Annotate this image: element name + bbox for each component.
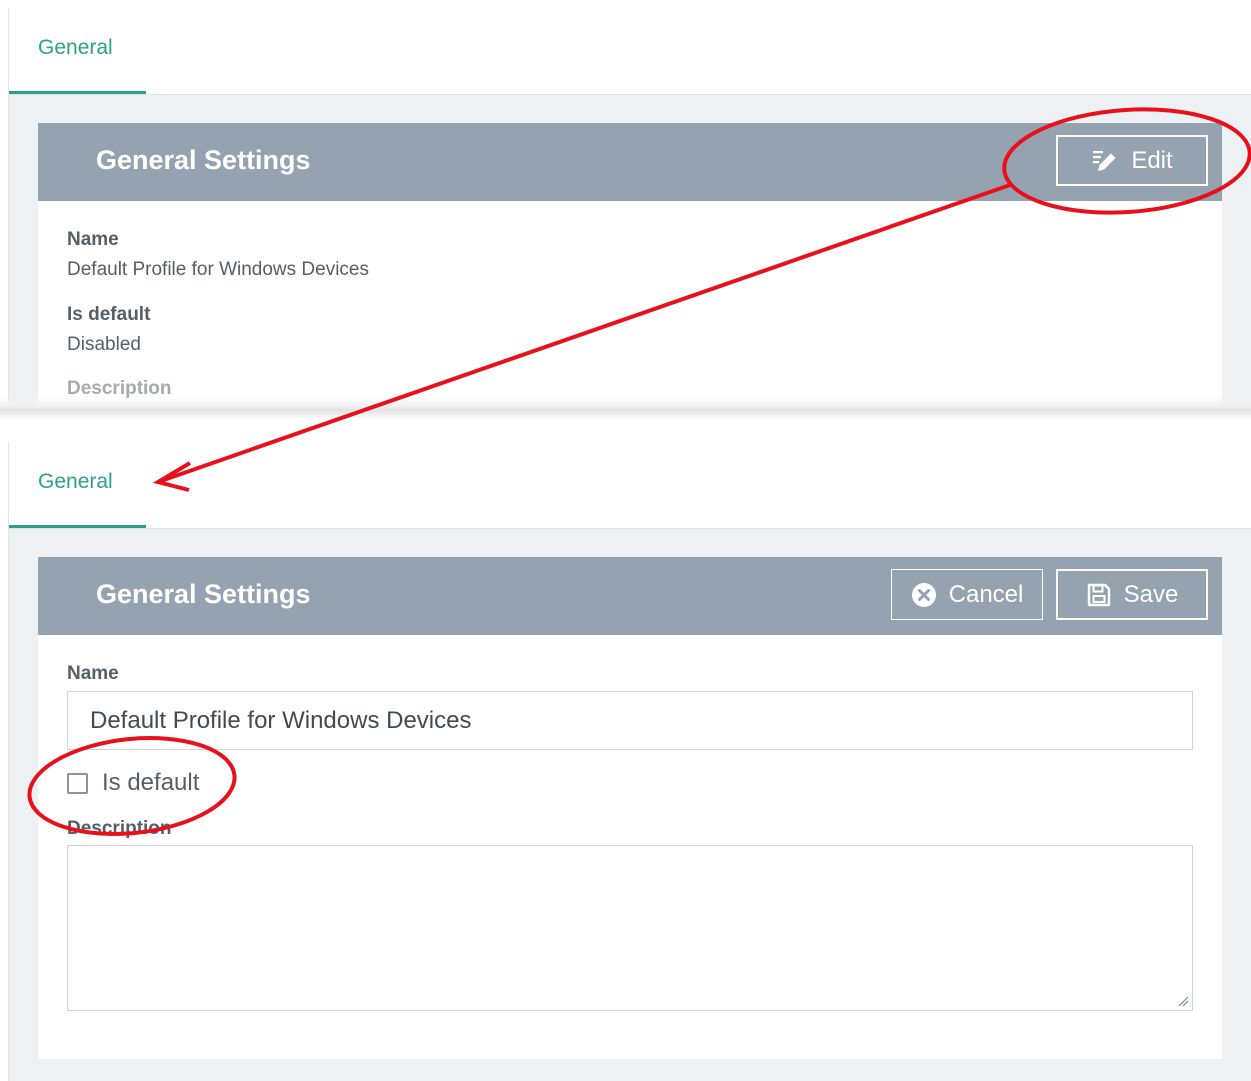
- card-title: General Settings: [96, 579, 311, 609]
- cancel-button-label: Cancel: [948, 580, 1024, 608]
- is-default-value: Disabled: [67, 334, 141, 355]
- is-default-checkbox-row[interactable]: Is default: [67, 768, 199, 798]
- card-header: General Settings Cancel Save: [38, 557, 1222, 635]
- is-default-label: Is default: [67, 304, 151, 325]
- edit-button[interactable]: Edit: [1056, 135, 1208, 186]
- name-input-value: Default Profile for Windows Devices: [90, 706, 472, 734]
- card-header: General Settings Edit: [38, 123, 1222, 201]
- edit-button-label: Edit: [1131, 146, 1173, 174]
- description-textarea[interactable]: [67, 845, 1193, 1011]
- tab-general-label: General: [38, 36, 113, 59]
- tab-general[interactable]: General: [9, 442, 146, 528]
- general-settings-view-panel: General General Settings Edit Name Defau…: [8, 8, 1251, 412]
- general-settings-card: General Settings Cancel Save Name Defaul…: [38, 557, 1222, 1059]
- tab-general-label: General: [38, 470, 113, 493]
- save-button-label: Save: [1123, 580, 1179, 608]
- name-input[interactable]: Default Profile for Windows Devices: [67, 691, 1193, 750]
- general-settings-edit-panel: General General Settings Cancel Save Nam…: [8, 442, 1251, 1081]
- name-value: Default Profile for Windows Devices: [67, 259, 369, 280]
- cancel-x-circle-icon: [911, 582, 937, 608]
- cancel-button[interactable]: Cancel: [891, 569, 1043, 620]
- name-label: Name: [67, 229, 119, 250]
- general-settings-card: General Settings Edit Name Default Profi…: [38, 123, 1222, 412]
- edit-pencil-icon: [1091, 148, 1119, 174]
- is-default-checkbox-label: Is default: [102, 769, 200, 796]
- save-button[interactable]: Save: [1056, 569, 1208, 620]
- is-default-checkbox[interactable]: [67, 772, 88, 794]
- card-title: General Settings: [96, 145, 311, 175]
- resize-grip-icon[interactable]: [1177, 995, 1189, 1007]
- save-floppy-icon: [1086, 582, 1112, 608]
- torn-edge-separator: [0, 396, 1251, 420]
- tab-bar: General: [9, 8, 1251, 95]
- name-label: Name: [67, 663, 119, 684]
- description-label: Description: [67, 818, 172, 839]
- tab-general[interactable]: General: [9, 8, 146, 94]
- tab-bar: General: [9, 442, 1251, 529]
